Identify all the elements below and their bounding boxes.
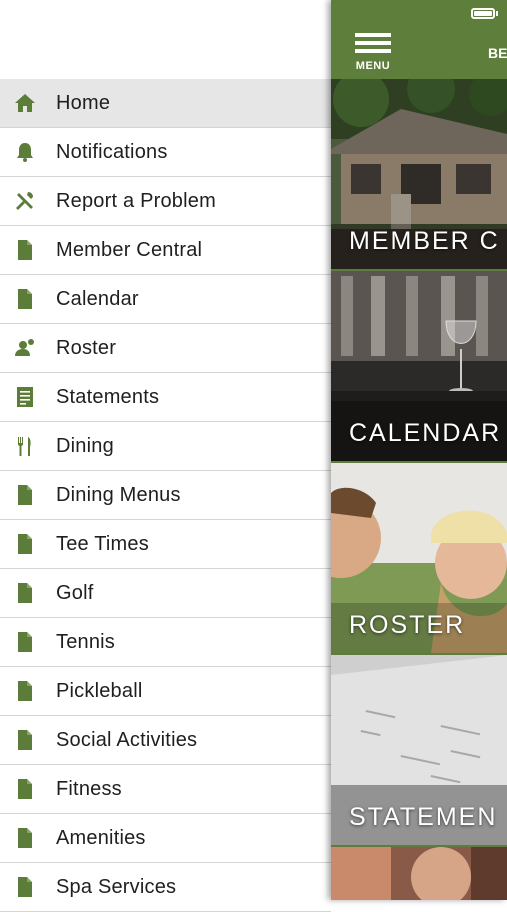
hamburger-icon bbox=[355, 49, 391, 53]
tile-image-partial bbox=[331, 847, 507, 900]
menu-item-member-central[interactable]: Member Central bbox=[0, 226, 331, 275]
statement-icon bbox=[17, 387, 33, 407]
menu-item-label: Pickleball bbox=[56, 680, 143, 702]
hamburger-icon bbox=[355, 33, 391, 37]
menu-item-calendar[interactable]: Calendar bbox=[0, 275, 331, 324]
menu-item-label: Dining bbox=[56, 435, 114, 457]
menu-item-pickleball[interactable]: Pickleball bbox=[0, 667, 331, 716]
menu-item-label: Roster bbox=[56, 337, 117, 359]
document-icon bbox=[18, 240, 32, 260]
document-icon bbox=[18, 485, 32, 505]
main-content-panel: MENU BE MEMBER C CALENDAR ROSTER STATEME… bbox=[331, 0, 507, 900]
menu-item-notifications[interactable]: Notifications bbox=[0, 128, 331, 177]
people-icon bbox=[15, 339, 34, 356]
menu-item-label: Report a Problem bbox=[56, 190, 216, 212]
menu-item-dining-menus[interactable]: Dining Menus bbox=[0, 471, 331, 520]
menu-item-label: Home bbox=[56, 92, 111, 114]
menu-item-label: Member Central bbox=[56, 239, 203, 261]
menu-item-roster[interactable]: Roster bbox=[0, 324, 331, 373]
hamburger-icon bbox=[355, 41, 391, 45]
menu-item-social-activities[interactable]: Social Activities bbox=[0, 716, 331, 765]
tile-member-central[interactable]: MEMBER C bbox=[331, 79, 507, 269]
menu-item-dining[interactable]: Dining bbox=[0, 422, 331, 471]
menu-item-label: Spa Services bbox=[56, 876, 177, 898]
menu-item-golf[interactable]: Golf bbox=[0, 569, 331, 618]
menu-item-home[interactable]: Home bbox=[0, 79, 331, 128]
tile-roster[interactable]: ROSTER bbox=[331, 463, 507, 653]
tile-label: CALENDAR bbox=[349, 419, 502, 447]
document-icon bbox=[18, 289, 32, 309]
menu-item-label: Statements bbox=[56, 386, 160, 408]
menu-item-label: Tee Times bbox=[56, 533, 149, 555]
menu-item-label: Fitness bbox=[56, 778, 122, 800]
menu-button-label: MENU bbox=[355, 60, 391, 72]
menu-item-statements[interactable]: Statements bbox=[0, 373, 331, 422]
battery-icon bbox=[471, 8, 495, 19]
document-icon bbox=[18, 779, 32, 799]
menu-item-fitness[interactable]: Fitness bbox=[0, 765, 331, 814]
document-icon bbox=[18, 632, 32, 652]
battery-tip bbox=[496, 11, 498, 16]
drawer-header-space bbox=[0, 0, 331, 79]
app-top-bar: MENU BE bbox=[331, 0, 507, 79]
document-icon bbox=[18, 877, 32, 897]
menu-item-label: Dining Menus bbox=[56, 484, 181, 506]
menu-item-report-a-problem[interactable]: Report a Problem bbox=[0, 177, 331, 226]
navigation-drawer: Home Notifications Report a Problem Memb… bbox=[0, 0, 331, 912]
tile-label: ROSTER bbox=[349, 611, 466, 639]
menu-item-label: Amenities bbox=[56, 827, 146, 849]
home-icon bbox=[15, 94, 35, 112]
document-icon bbox=[18, 730, 32, 750]
tile-partial[interactable] bbox=[331, 847, 507, 900]
menu-item-tennis[interactable]: Tennis bbox=[0, 618, 331, 667]
document-icon bbox=[18, 681, 32, 701]
page-title: BE bbox=[488, 45, 507, 61]
menu-item-amenities[interactable]: Amenities bbox=[0, 814, 331, 863]
document-icon bbox=[18, 828, 32, 848]
bell-icon bbox=[17, 143, 33, 162]
tools-icon bbox=[16, 192, 33, 210]
fork-knife-icon bbox=[18, 437, 31, 456]
menu-item-label: Golf bbox=[56, 582, 94, 604]
menu-item-label: Notifications bbox=[56, 141, 168, 163]
menu-item-label: Calendar bbox=[56, 288, 139, 310]
tile-calendar[interactable]: CALENDAR bbox=[331, 271, 507, 461]
tile-label: STATEMEN bbox=[349, 803, 498, 831]
tile-label: MEMBER C bbox=[349, 227, 500, 255]
menu-item-label: Social Activities bbox=[56, 729, 198, 751]
menu-item-label: Tennis bbox=[56, 631, 116, 653]
document-icon bbox=[18, 534, 32, 554]
menu-item-spa-services[interactable]: Spa Services bbox=[0, 863, 331, 912]
menu-button[interactable]: MENU bbox=[353, 33, 393, 73]
document-icon bbox=[18, 583, 32, 603]
tile-statements[interactable]: STATEMEN bbox=[331, 655, 507, 845]
menu-item-tee-times[interactable]: Tee Times bbox=[0, 520, 331, 569]
